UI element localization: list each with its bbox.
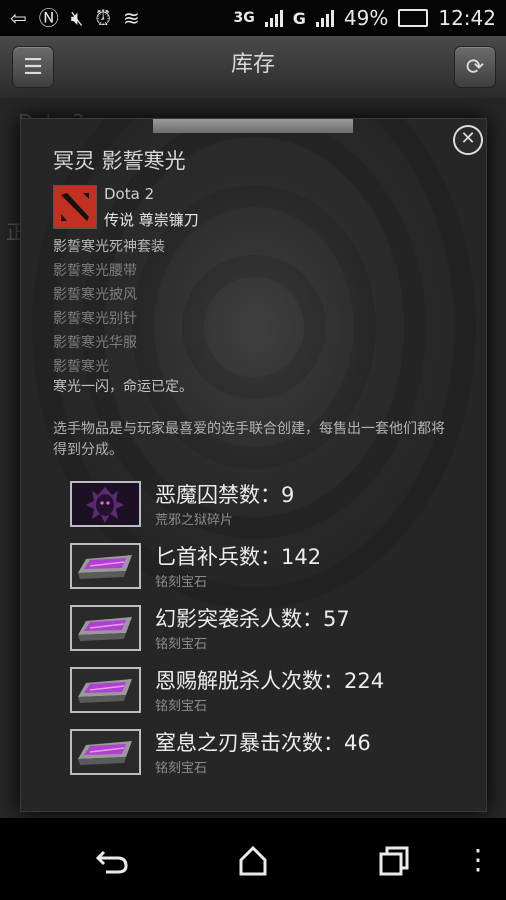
flavor-text: 寒光一闪，命运已定。 [53,379,193,395]
inscribed-gem-thumbnail [70,667,141,713]
inscribed-gem-thumbnail [70,605,141,651]
item-title: 冥灵 影誓寒光 [53,149,186,173]
inscribed-gem-thumbnail [70,729,141,775]
home-icon [239,845,267,876]
signal-icon [264,9,283,27]
close-button[interactable]: ✕ [453,125,483,155]
battery-percent: 49% [343,6,389,30]
close-icon: ✕ [460,128,476,149]
stat-gem-type: 荒邪之狱碎片 [155,513,234,528]
item-detail-dialog: ✕ 冥灵 影誓寒光 Dota 2 传说 尊崇镰刀 影誓寒光死神套装 影誓寒光腰带… [20,118,487,812]
back-icon [95,850,128,874]
stat-gem-type: 铭刻宝石 [155,575,208,590]
stat-row: 窒息之刃暴击次数：46 铭刻宝石 [70,729,470,781]
set-name: 影誓寒光死神套装 [53,239,165,255]
home-button[interactable] [233,842,273,878]
clock: 12:42 [438,6,496,30]
back-button[interactable] [92,842,132,878]
more-vert-icon: ⋮ [464,843,492,876]
wifi-icon: ≋ [122,6,140,30]
recent-apps-button[interactable] [373,842,413,878]
overflow-menu-button[interactable]: ⋮ [458,842,498,878]
page-title: 库存 [230,52,275,77]
stat-gem-type: 铭刻宝石 [155,699,208,714]
set-item: 影誓寒光披风 [53,287,137,303]
demon-shard-thumbnail [70,481,141,527]
stat-row: 匕首补兵数：142 铭刻宝石 [70,543,470,595]
stat-label: 恶魔囚禁数：9 [155,483,295,507]
status-bar: ⇦ Ⓝ 🔇︎ ⏰︎ ≋ 3G G 49% 12:42 [0,0,506,36]
stat-label: 窒息之刃暴击次数：46 [155,731,371,755]
stat-row: 恩赐解脱杀人次数：224 铭刻宝石 [70,667,470,719]
item-type: 传说 尊崇镰刀 [104,211,199,229]
stat-row: 恶魔囚禁数：9 荒邪之狱碎片 [70,481,470,533]
item-image-strip [153,119,353,133]
g-label: G [292,8,306,28]
set-item: 影誓寒光腰带 [53,263,137,279]
system-nav-bar: ⋮ [0,818,506,900]
charging-icon [398,9,429,27]
description-text: 选手物品是与玩家最喜爱的选手联合创建，每售出一套他们都将得到分成。 [53,421,445,458]
stat-label: 幻影突袭杀人数：57 [155,607,350,631]
stat-label: 恩赐解脱杀人次数：224 [155,669,385,693]
mute-icon: 🔇︎ [70,6,84,30]
set-item: 影誓寒光华服 [53,335,137,351]
stat-row: 幻影突袭杀人数：57 铭刻宝石 [70,605,470,657]
stat-gem-type: 铭刻宝石 [155,637,208,652]
game-name: Dota 2 [104,185,155,203]
recent-apps-icon [379,846,409,876]
refresh-icon: ⟳ [465,54,485,80]
alarm-icon: ⏰︎ [95,6,111,30]
dota2-logo-icon [53,185,97,229]
refresh-button[interactable]: ⟳ [454,46,496,88]
nfc-icon: Ⓝ [38,6,59,30]
stat-gem-type: 铭刻宝石 [155,761,208,776]
inscribed-gem-thumbnail [70,543,141,589]
set-item: 影誓寒光别针 [53,311,137,327]
action-bar: ☰ 库存 ⟳ [0,36,506,99]
set-list: 影誓寒光死神套装 影誓寒光腰带 影誓寒光披风 影誓寒光别针 影誓寒光华服 影誓寒… [53,235,165,379]
3g-label: 3G [233,10,255,26]
back-arrow-icon: ⇦ [10,6,27,30]
signal-icon-2 [315,9,334,27]
stat-label: 匕首补兵数：142 [155,545,322,569]
